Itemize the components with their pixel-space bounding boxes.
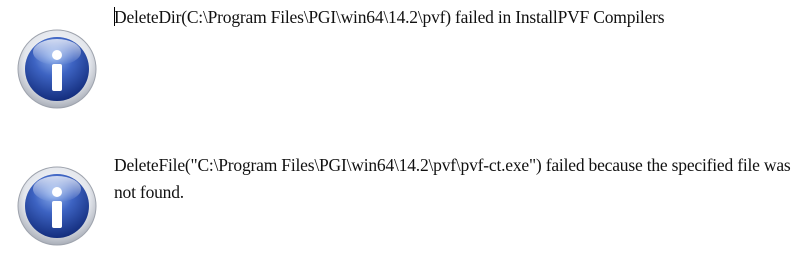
info-icon xyxy=(16,165,98,247)
message-text: DeleteDir(C:\Program Files\PGI\win64\14.… xyxy=(114,4,794,31)
info-icon xyxy=(16,28,98,110)
info-message-1: DeleteDir(C:\Program Files\PGI\win64\14.… xyxy=(0,0,800,130)
message-text-content: DeleteDir(C:\Program Files\PGI\win64\14.… xyxy=(114,7,665,27)
message-text: DeleteFile("C:\Program Files\PGI\win64\1… xyxy=(114,155,791,202)
info-message-2: DeleteFile("C:\Program Files\PGI\win64\1… xyxy=(0,140,800,279)
